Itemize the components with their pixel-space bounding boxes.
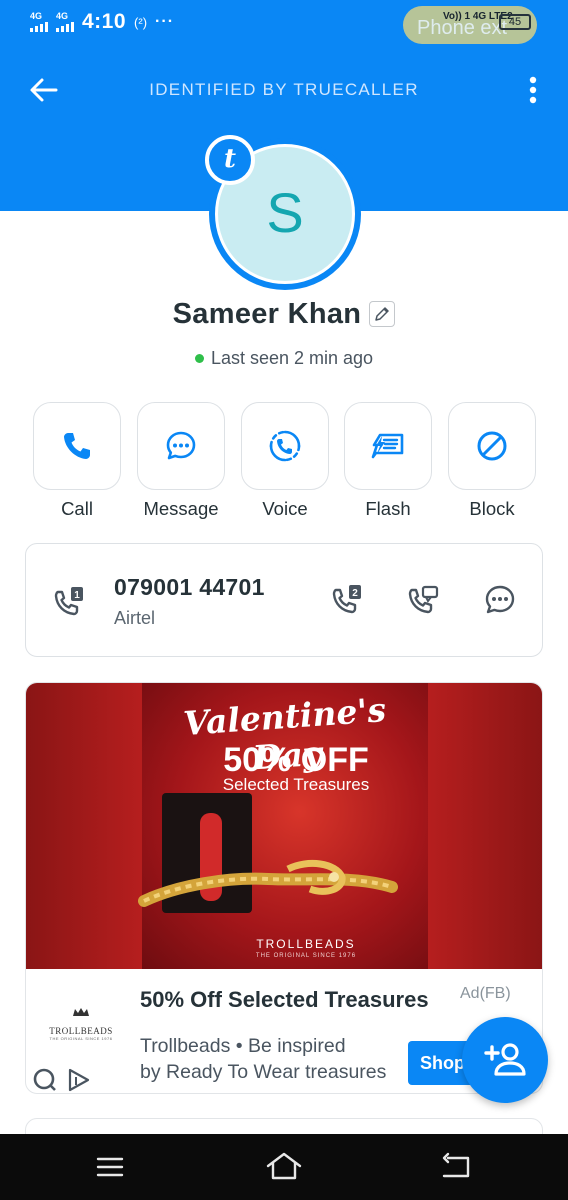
ad-image-subtitle: Selected Treasures: [222, 775, 370, 794]
status-bar: 4G 4G 4:10 (²) ··· Vo)) 1 4G LTE2 Phone …: [0, 0, 568, 44]
wifi-calling-icon: (²): [134, 14, 148, 30]
action-buttons: Call Message Voice Flash Block: [32, 402, 536, 522]
voice-label: Voice: [262, 498, 308, 519]
top-bar-title: IDENTIFIED BY TRUECALLER: [149, 80, 419, 99]
trollbeads-logo-icon: [73, 1008, 89, 1016]
battery-icon: 45: [499, 14, 531, 30]
call-button[interactable]: Call: [32, 402, 122, 520]
logo-name: TROLLBEADS: [49, 1026, 113, 1036]
flash-message-icon: [371, 433, 404, 459]
block-button-box[interactable]: [448, 402, 536, 490]
block-label: Block: [469, 498, 515, 519]
flash-button-box[interactable]: [344, 402, 432, 490]
phone-number[interactable]: 079001 44701: [114, 574, 265, 601]
sim2-call-icon[interactable]: 2: [330, 582, 366, 618]
ad-image[interactable]: Valentine's Day 50% OFF Selected Treasur…: [26, 683, 542, 969]
voice-button[interactable]: Voice: [240, 402, 330, 520]
message-label: Message: [143, 498, 219, 519]
sim1-badge: 1: [74, 590, 80, 601]
status-left: 4G 4G 4:10 (²) ···: [30, 10, 174, 34]
ad-info-icon[interactable]: [66, 1067, 92, 1093]
call-label: Call: [61, 498, 93, 519]
call-button-box[interactable]: [33, 402, 121, 490]
ad-description: Trollbeads • Be inspired by Ready To Wea…: [140, 1033, 402, 1085]
chat-bubble-icon: [166, 431, 196, 460]
add-contact-icon: [484, 1043, 526, 1076]
carrier-label: Airtel: [114, 608, 156, 628]
top-app-bar: IDENTIFIED BY TRUECALLER: [0, 66, 568, 112]
add-contact-button[interactable]: [462, 1017, 548, 1103]
video-call-icon[interactable]: [406, 582, 442, 618]
block-button[interactable]: Block: [447, 402, 537, 520]
more-notifications-icon: ···: [155, 13, 175, 30]
ad-image-brand-sub: THE ORIGINAL SINCE 1976: [255, 953, 357, 959]
logo-subtitle: THE ORIGINAL SINCE 1976: [49, 1036, 113, 1041]
advertiser-logo: TROLLBEADS THE ORIGINAL SINCE 1976: [48, 1005, 114, 1041]
ad-source-tag: Ad(FB): [460, 985, 511, 1002]
sms-icon[interactable]: [482, 582, 518, 618]
name-row: Sameer Khan: [0, 294, 568, 334]
phone-ext-label: Phone ext: [417, 17, 508, 39]
flash-label: Flash: [365, 498, 411, 519]
voice-button-box[interactable]: [241, 402, 329, 490]
bracelet-image: [138, 860, 398, 907]
message-button[interactable]: Message: [136, 402, 226, 520]
status-time: 4:10: [82, 10, 127, 33]
back-nav-icon[interactable]: [436, 1150, 476, 1184]
phone-ext-pill[interactable]: Vo)) 1 4G LTE2 Phone ext 45: [403, 6, 537, 44]
ad-card[interactable]: Valentine's Day 50% OFF Selected Treasur…: [25, 682, 543, 1094]
last-seen-row: Last seen 2 min ago: [0, 348, 568, 369]
phone-icon: [64, 433, 90, 459]
signal-2-label: 4G: [56, 11, 69, 21]
system-navigation-bar: [0, 1134, 568, 1200]
contact-name: Sameer Khan: [172, 297, 362, 330]
signal-2-icon: 4G: [56, 12, 74, 32]
sim2-badge: 2: [352, 588, 358, 599]
ad-image-brand: TROLLBEADS: [256, 937, 356, 951]
more-options-icon[interactable]: [520, 72, 546, 108]
edit-name-icon[interactable]: [369, 301, 396, 327]
message-button-box[interactable]: [137, 402, 225, 490]
sim1-call-icon[interactable]: 1: [52, 584, 88, 620]
ad-description-line-2: by Ready To Wear treasures: [140, 1061, 387, 1083]
ad-choices-icon[interactable]: [32, 1067, 58, 1093]
home-icon[interactable]: [264, 1150, 304, 1184]
online-status-dot: [194, 354, 204, 363]
ad-title[interactable]: 50% Off Selected Treasures: [140, 987, 440, 1013]
signal-1-label: 4G: [30, 11, 43, 21]
signal-1-icon: 4G: [30, 12, 48, 32]
ad-description-line-1: Trollbeads • Be inspired: [140, 1035, 346, 1057]
last-seen-text: Last seen 2 min ago: [210, 348, 374, 368]
recent-apps-icon[interactable]: [90, 1150, 130, 1184]
phone-number-card[interactable]: 1 079001 44701 Airtel 2: [25, 543, 543, 657]
block-icon: [477, 431, 507, 461]
truecaller-badge-icon: t: [205, 135, 255, 185]
flash-button[interactable]: Flash: [343, 402, 433, 520]
voice-call-icon: [269, 430, 301, 462]
